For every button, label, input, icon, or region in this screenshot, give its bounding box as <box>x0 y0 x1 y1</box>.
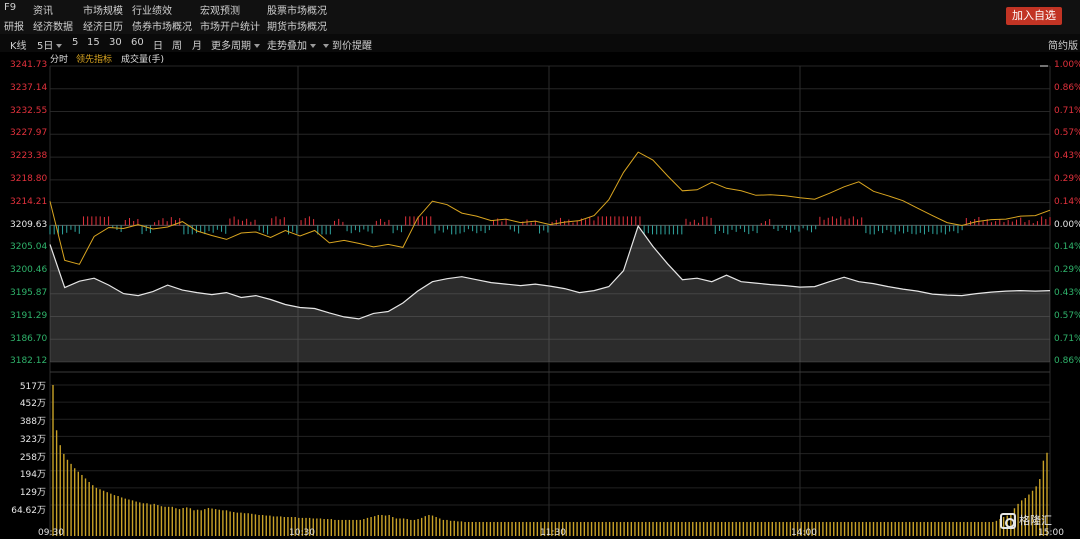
percent-tick: 0.29% <box>1054 265 1080 275</box>
volume-tick: 517万 <box>19 382 46 392</box>
volume-tick: 258万 <box>19 453 46 463</box>
percent-tick: 0.43% <box>1054 288 1080 298</box>
percent-tick: 0.57% <box>1054 311 1080 321</box>
percent-tick: 0.14% <box>1054 242 1080 252</box>
price-tick: 3200.46 <box>10 265 48 275</box>
price-tick: 3214.21 <box>10 197 48 207</box>
percent-tick: 1.00% <box>1054 60 1080 70</box>
time-tick: 14:00 <box>791 528 817 538</box>
price-tick: 3205.04 <box>10 242 48 252</box>
time-tick: 09:30 <box>38 528 64 538</box>
intraday-chart[interactable] <box>0 0 1080 539</box>
time-tick: 11:30 <box>540 528 566 538</box>
price-tick: 3191.29 <box>10 311 48 321</box>
percent-tick: 0.14% <box>1054 197 1080 207</box>
time-tick: 10:30 <box>289 528 315 538</box>
percent-tick: 0.71% <box>1054 106 1080 116</box>
price-tick: 3237.14 <box>10 83 48 93</box>
price-area <box>50 226 1050 362</box>
price-tick: 3218.80 <box>10 174 48 184</box>
price-tick: 3195.87 <box>10 288 48 298</box>
volume-tick: 129万 <box>19 488 46 498</box>
percent-tick: 0.00% <box>1054 220 1080 230</box>
price-tick: 3223.38 <box>10 151 48 161</box>
time-tick: 15:00 <box>1038 528 1064 538</box>
price-tick: 3186.70 <box>10 334 48 344</box>
price-tick: 3182.12 <box>10 356 48 366</box>
volume-tick: 452万 <box>19 399 46 409</box>
percent-tick: 0.86% <box>1054 83 1080 93</box>
percent-tick: 0.29% <box>1054 174 1080 184</box>
watermark-logo: 格隆汇 <box>1000 512 1052 529</box>
volume-bars <box>52 385 1048 536</box>
volume-tick: 194万 <box>19 470 46 480</box>
leading-indicator-line <box>49 151 1051 265</box>
price-tick: 3227.97 <box>10 128 48 138</box>
logo-icon <box>1000 513 1016 529</box>
volume-tick: 64.62万 <box>11 506 46 516</box>
price-tick: 3232.55 <box>10 106 48 116</box>
percent-tick: 0.86% <box>1054 356 1080 366</box>
percent-tick: 0.57% <box>1054 128 1080 138</box>
percent-tick: 0.71% <box>1054 334 1080 344</box>
price-tick: 3209.63 <box>10 220 48 230</box>
volume-tick: 388万 <box>19 417 46 427</box>
volume-tick: 323万 <box>19 435 46 445</box>
percent-tick: 0.43% <box>1054 151 1080 161</box>
price-tick: 3241.73 <box>10 60 48 70</box>
